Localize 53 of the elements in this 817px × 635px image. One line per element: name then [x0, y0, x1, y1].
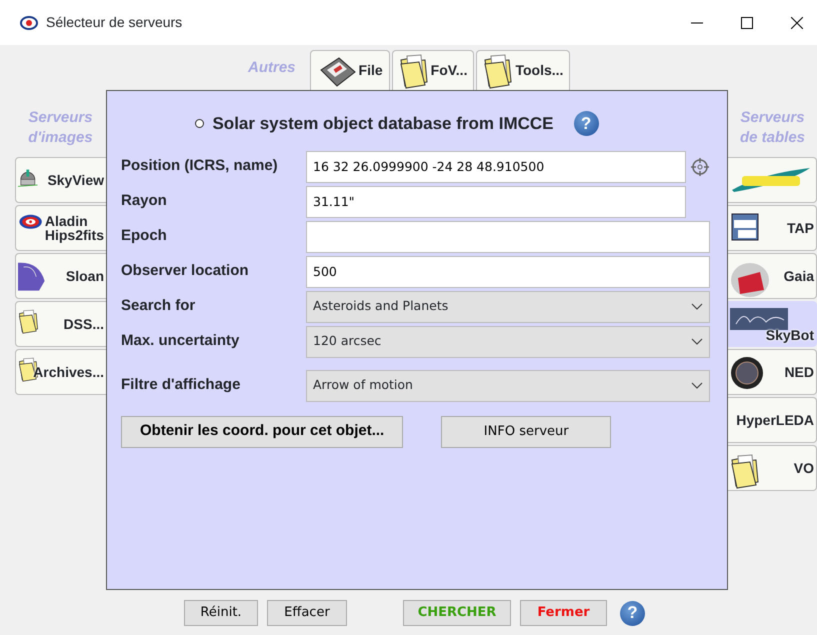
action-button[interactable]: INFO serveur	[441, 416, 612, 448]
input-field[interactable]: 16 32 26.0999900 -24 28 48.910500	[306, 150, 686, 182]
dropdown[interactable]: Arrow of motion	[306, 370, 710, 402]
field-label: Filtre d'affichage	[121, 375, 242, 396]
server-tab[interactable]: HyperLEDA	[728, 397, 817, 443]
folder-icon	[730, 452, 760, 490]
round-logo-icon	[730, 356, 764, 390]
close-icon	[791, 16, 803, 28]
server-tab[interactable]	[728, 157, 817, 203]
panel-title: Solar system object database from IMCCE	[212, 113, 554, 135]
wing-logo-icon	[18, 260, 46, 291]
handwriting-logo-icon	[730, 308, 788, 330]
maximize-icon	[741, 16, 753, 28]
folder-icon	[483, 52, 514, 90]
tab[interactable]: FoV...	[392, 50, 474, 90]
server-tab[interactable]: Gaia	[728, 253, 817, 299]
server-tab[interactable]: TAP	[728, 205, 817, 251]
folder-icon	[398, 52, 429, 90]
input-field[interactable]: 500	[306, 256, 710, 288]
server-tab[interactable]: SkyBot	[728, 301, 817, 347]
radio-button[interactable]	[195, 119, 204, 128]
field-label: Search for	[121, 296, 196, 316]
chevron-down-icon	[691, 382, 703, 390]
field-label: Max. uncertainty	[121, 331, 240, 352]
server-tab[interactable]: VO	[728, 445, 817, 491]
field-label: Rayon	[121, 191, 168, 212]
server-tab[interactable]: NED	[728, 349, 817, 395]
tab[interactable]: File	[310, 50, 390, 90]
tab[interactable]: Tools...	[476, 50, 570, 90]
group-label: Autres	[248, 58, 296, 78]
group-label: Serveurs d'images	[27, 108, 94, 148]
satellite-icon	[730, 260, 770, 300]
field-label: Observer location	[121, 261, 250, 282]
window-title: Sélecteur de serveurs	[46, 13, 182, 32]
app-logo-icon	[20, 14, 38, 30]
crosshair-icon	[690, 156, 710, 176]
folder-icon	[18, 308, 39, 335]
server-tab[interactable]: SkyView	[15, 157, 106, 203]
server-tab[interactable]: Aladin Hips2fits	[15, 205, 106, 251]
chevron-down-icon	[691, 338, 703, 346]
dropdown[interactable]: Asteroids and Planets	[306, 290, 710, 322]
field-label: Epoch	[121, 226, 168, 246]
field-label: Position (ICRS, name)	[121, 156, 279, 176]
server-tab[interactable]: DSS...	[15, 301, 106, 347]
action-button[interactable]: Obtenir les coord. pour cet objet...	[121, 416, 404, 448]
dropdown[interactable]: 120 arcsec	[306, 326, 710, 358]
footer-button[interactable]: Effacer	[267, 600, 347, 626]
group-label: Serveurs de tables	[738, 108, 806, 148]
footer-button[interactable]: Réinit.	[184, 600, 258, 626]
server-tab[interactable]: Sloan	[15, 253, 106, 299]
input-field[interactable]	[306, 220, 710, 252]
input-field[interactable]: 31.11"	[306, 186, 686, 218]
chevron-down-icon	[691, 302, 703, 310]
